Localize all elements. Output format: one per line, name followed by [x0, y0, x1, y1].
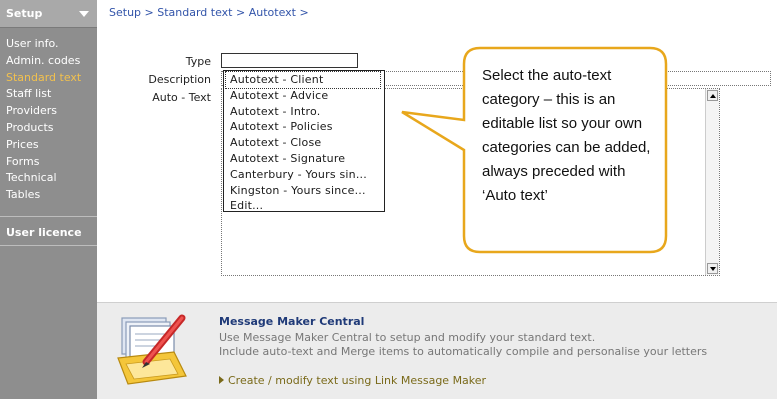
scroll-up-button[interactable] [707, 90, 718, 101]
sidebar-item-technical[interactable]: Technical [6, 170, 97, 187]
message-maker-icon [117, 314, 187, 385]
message-maker-line2: Include auto-text and Merge items to aut… [219, 345, 708, 358]
description-label: Description [148, 73, 211, 86]
sidebar-header[interactable]: Setup [0, 0, 97, 28]
message-maker-line1: Use Message Maker Central to setup and m… [219, 331, 596, 344]
sidebar-item-forms[interactable]: Forms [6, 154, 97, 171]
arrow-up-icon [710, 94, 716, 98]
breadcrumb-standard-text[interactable]: Standard text [157, 6, 232, 19]
play-arrow-icon [219, 376, 224, 384]
dropdown-option[interactable]: Autotext - Intro. [230, 104, 384, 120]
type-dropdown-list[interactable]: Autotext - Client Autotext - Advice Auto… [223, 70, 385, 212]
dropdown-option[interactable]: Autotext - Client [225, 71, 381, 89]
breadcrumb: Setup > Standard text > Autotext > [109, 6, 309, 19]
message-maker-link[interactable]: Create / modify text using Link Message … [219, 374, 486, 387]
type-input[interactable] [221, 53, 358, 68]
sidebar-divider [0, 216, 97, 217]
dropdown-option-edit[interactable]: Edit... [230, 198, 384, 214]
callout-text: Select the auto-text category – this is … [482, 67, 651, 204]
sidebar-item-standard-text[interactable]: Standard text [6, 70, 97, 87]
autotext-label: Auto - Text [152, 91, 211, 104]
breadcrumb-autotext[interactable]: Autotext [249, 6, 296, 19]
dropdown-option[interactable]: Canterbury - Yours sin... [230, 167, 384, 183]
breadcrumb-separator: > [232, 6, 249, 19]
sidebar-item-prices[interactable]: Prices [6, 137, 97, 154]
dropdown-option[interactable]: Autotext - Close [230, 135, 384, 151]
type-label: Type [185, 55, 211, 68]
sidebar-divider [0, 245, 97, 246]
message-maker-description: Use Message Maker Central to setup and m… [219, 331, 707, 359]
dropdown-option[interactable]: Autotext - Policies [230, 119, 384, 135]
sidebar-title: Setup [6, 7, 43, 20]
sidebar-item-user-info[interactable]: User info. [6, 36, 97, 53]
sidebar-item-user-licence[interactable]: User licence [6, 226, 82, 239]
sidebar: Setup User info. Admin. codes Standard t… [0, 0, 97, 399]
breadcrumb-separator: > [141, 6, 158, 19]
sidebar-item-staff-list[interactable]: Staff list [6, 86, 97, 103]
breadcrumb-setup[interactable]: Setup [109, 6, 141, 19]
arrow-down-icon [710, 267, 716, 271]
dropdown-option[interactable]: Autotext - Signature [230, 151, 384, 167]
message-maker-link-text[interactable]: Create / modify text using Link Message … [228, 374, 486, 387]
breadcrumb-separator: > [295, 6, 309, 19]
dropdown-option[interactable]: Autotext - Advice [230, 88, 384, 104]
chevron-down-icon[interactable] [79, 10, 89, 17]
dropdown-option[interactable]: Kingston - Yours since... [230, 183, 384, 199]
sidebar-menu: User info. Admin. codes Standard text St… [0, 28, 97, 204]
message-maker-title: Message Maker Central [219, 315, 365, 328]
sidebar-item-products[interactable]: Products [6, 120, 97, 137]
scroll-down-button[interactable] [707, 263, 718, 274]
sidebar-item-admin-codes[interactable]: Admin. codes [6, 53, 97, 70]
autotext-scrollbar[interactable] [705, 89, 719, 275]
sidebar-item-providers[interactable]: Providers [6, 103, 97, 120]
sidebar-item-tables[interactable]: Tables [6, 187, 97, 204]
